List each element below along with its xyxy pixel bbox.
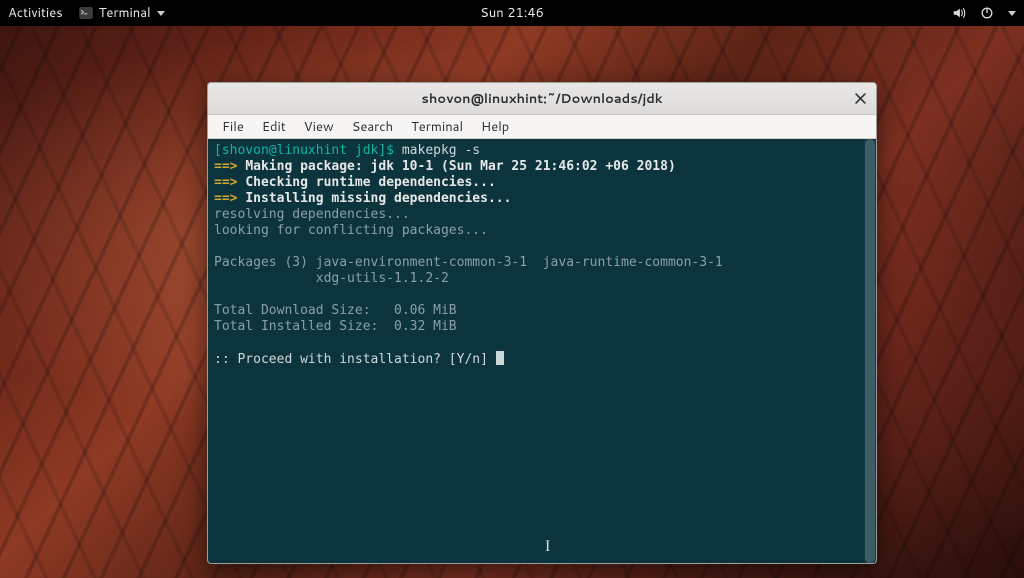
prompt: [shovon@linuxhint jdk]$ — [214, 143, 402, 158]
command-text: makepkg -s — [402, 143, 480, 158]
output-line — [214, 287, 870, 303]
prompt-question: :: Proceed with installation? [Y/n] — [214, 352, 496, 367]
arrow-icon: ==> — [214, 191, 245, 206]
output-line — [214, 239, 870, 255]
app-menu-label: Terminal — [99, 4, 151, 22]
output-line: resolving dependencies... — [214, 207, 870, 223]
volume-icon[interactable] — [952, 6, 966, 20]
arrow-icon: ==> — [214, 159, 245, 174]
terminal-viewport[interactable]: [shovon@linuxhint jdk]$ makepkg -s ==> M… — [208, 139, 876, 563]
terminal-window: shovon@linuxhint:~/Downloads/jdk File Ed… — [207, 82, 877, 564]
activities-button[interactable]: Activities — [8, 4, 63, 22]
gnome-topbar: Activities Terminal Sun 21:46 — [0, 0, 1024, 26]
output-line: Total Download Size: 0.06 MiB — [214, 303, 870, 319]
chevron-down-icon — [157, 11, 165, 16]
chevron-down-icon[interactable] — [1008, 11, 1016, 16]
arrow-icon: ==> — [214, 175, 245, 190]
output-line: Installing missing dependencies... — [245, 191, 511, 206]
ibeam-cursor-icon: I — [545, 539, 550, 555]
window-title: shovon@linuxhint:~/Downloads/jdk — [421, 90, 662, 108]
output-line — [214, 335, 870, 351]
clock[interactable]: Sun 21:46 — [480, 4, 544, 22]
output-line: xdg-utils-1.1.2-2 — [214, 271, 870, 287]
output-line: Checking runtime dependencies... — [245, 175, 495, 190]
menu-file[interactable]: File — [214, 116, 252, 138]
output-line: looking for conflicting packages... — [214, 223, 870, 239]
output-line: Making package: jdk 10-1 (Sun Mar 25 21:… — [245, 159, 675, 174]
app-menu[interactable]: Terminal — [79, 4, 165, 22]
text-cursor — [496, 351, 504, 365]
menu-edit[interactable]: Edit — [254, 116, 294, 138]
terminal-icon — [79, 6, 93, 20]
close-button[interactable] — [850, 89, 870, 109]
scrollbar-thumb[interactable] — [865, 139, 875, 563]
menu-view[interactable]: View — [296, 116, 342, 138]
menu-terminal[interactable]: Terminal — [403, 116, 471, 138]
menubar: File Edit View Search Terminal Help — [208, 115, 876, 139]
power-icon[interactable] — [980, 6, 994, 20]
menu-search[interactable]: Search — [344, 116, 401, 138]
scrollbar-track[interactable] — [864, 139, 876, 563]
output-line: Total Installed Size: 0.32 MiB — [214, 319, 870, 335]
close-icon — [855, 93, 866, 104]
output-line: Packages (3) java-environment-common-3-1… — [214, 255, 870, 271]
menu-help[interactable]: Help — [473, 116, 517, 138]
titlebar[interactable]: shovon@linuxhint:~/Downloads/jdk — [208, 83, 876, 115]
